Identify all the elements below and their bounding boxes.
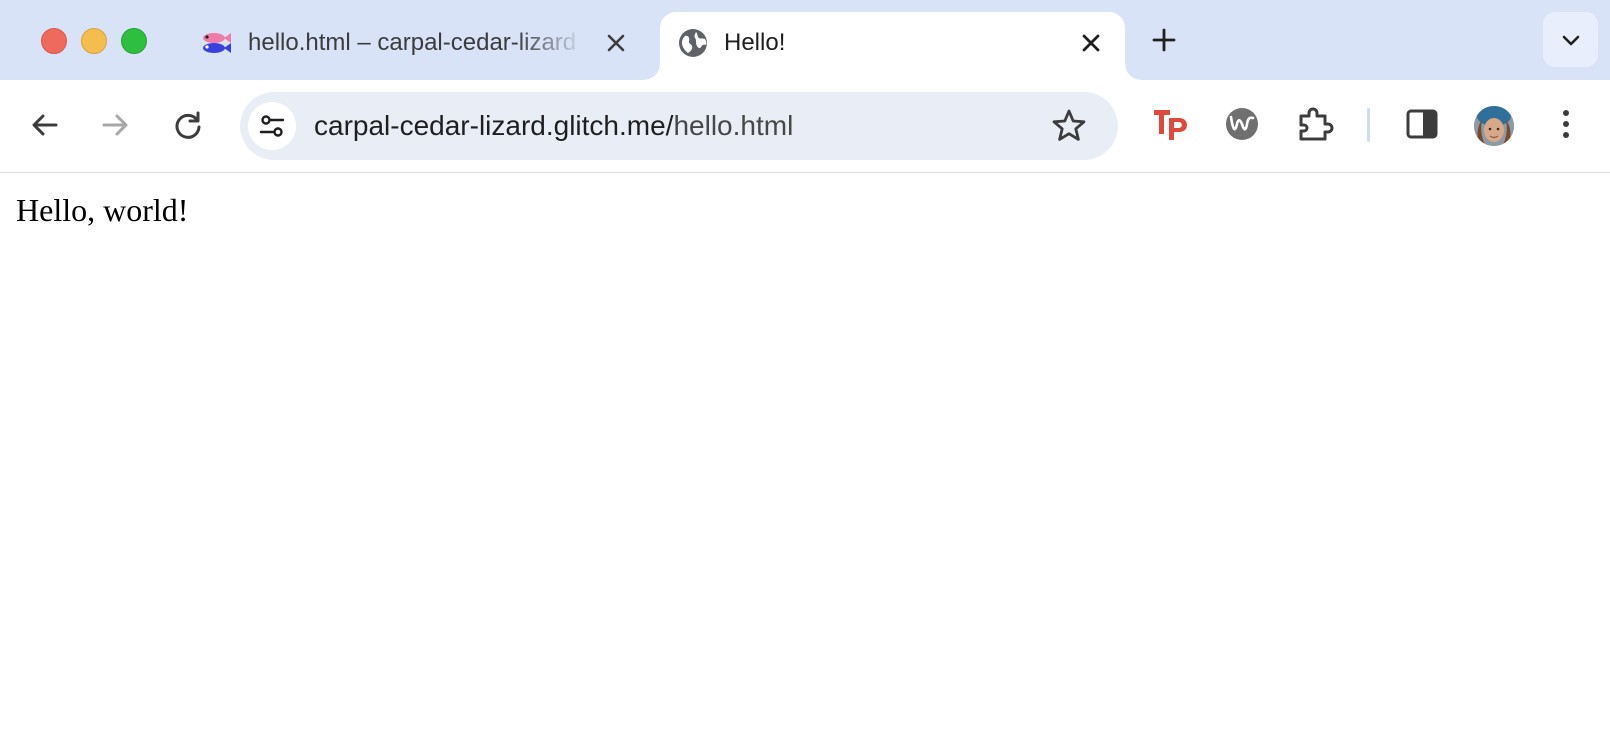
globe-icon [676, 26, 710, 60]
close-tab-icon[interactable] [1078, 30, 1104, 56]
url-host: carpal-cedar-lizard.glitch.me/ [314, 110, 674, 141]
tab-hello-html-glitch[interactable]: hello.html – carpal-cedar-lizard [188, 12, 648, 80]
bookmark-star-icon[interactable] [1050, 107, 1088, 145]
kebab-menu-icon[interactable] [1548, 104, 1584, 149]
reload-button[interactable] [171, 108, 205, 142]
tab-title: hello.html – carpal-cedar-lizard [248, 29, 577, 56]
window-zoom-button[interactable] [121, 28, 147, 54]
url-path: hello.html [673, 110, 794, 141]
close-tab-icon[interactable] [603, 30, 629, 56]
address-bar[interactable]: carpal-cedar-lizard.glitch.me/hello.html [240, 92, 1118, 160]
toolbar-divider [1367, 108, 1370, 142]
tab-hello[interactable]: Hello! [644, 12, 1141, 80]
url-text[interactable]: carpal-cedar-lizard.glitch.me/hello.html [314, 110, 793, 142]
tab-title: Hello! [724, 29, 786, 56]
glitch-fish-icon [198, 26, 232, 60]
reload-icon [175, 111, 201, 139]
site-info-button[interactable] [248, 102, 296, 150]
toolbar: carpal-cedar-lizard.glitch.me/hello.html [0, 80, 1610, 173]
arrow-left-icon [32, 114, 58, 136]
window-minimize-button[interactable] [81, 28, 107, 54]
tab-strip: hello.html – carpal-cedar-lizard Hello! [0, 0, 1610, 80]
page-body-text: Hello, world! [16, 192, 189, 228]
tp-extension-icon[interactable] [1153, 104, 1189, 149]
side-panel-icon[interactable] [1404, 104, 1440, 149]
tune-icon [259, 115, 285, 137]
window-close-button[interactable] [41, 28, 67, 54]
new-tab-plus-icon[interactable] [1150, 26, 1178, 54]
chevron-down-icon [1562, 35, 1580, 46]
profile-avatar[interactable] [1474, 106, 1514, 146]
back-button[interactable] [28, 108, 62, 142]
w-extension-icon[interactable] [1224, 104, 1260, 149]
arrow-right-icon [102, 114, 128, 136]
puzzle-extensions-icon[interactable] [1296, 104, 1336, 149]
forward-button[interactable] [98, 108, 132, 142]
tab-search-button[interactable] [1543, 12, 1598, 67]
